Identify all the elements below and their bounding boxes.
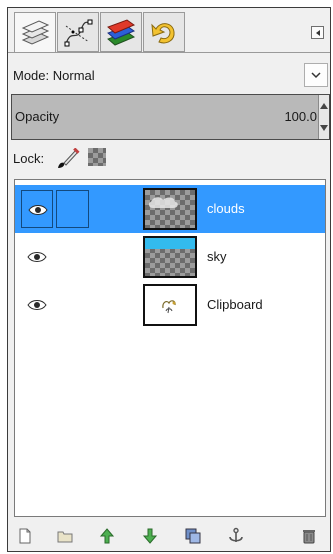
layers-list[interactable]: clouds sky Clipboard bbox=[14, 179, 326, 517]
tab-menu-button[interactable] bbox=[311, 26, 324, 39]
delete-layer-icon[interactable] bbox=[300, 527, 318, 545]
eye-icon bbox=[28, 205, 48, 215]
anchor-layer-icon[interactable] bbox=[227, 527, 245, 545]
visibility-toggle[interactable] bbox=[21, 190, 53, 228]
visibility-toggle[interactable] bbox=[21, 238, 53, 276]
layer-group-icon[interactable] bbox=[56, 527, 74, 545]
lock-pixels-brush-icon[interactable] bbox=[56, 148, 80, 170]
undo-history-icon bbox=[151, 23, 175, 44]
tab-layers[interactable] bbox=[14, 12, 56, 53]
mode-dropdown-button[interactable] bbox=[304, 63, 328, 87]
channels-icon bbox=[107, 19, 136, 46]
lock-alpha-checker-icon[interactable] bbox=[88, 148, 106, 166]
lower-layer-icon[interactable] bbox=[141, 527, 159, 545]
chevron-down-icon bbox=[311, 72, 321, 79]
layers-toolbar bbox=[8, 519, 330, 551]
tab-divider bbox=[8, 52, 330, 53]
layer-name[interactable]: Clipboard bbox=[207, 297, 263, 312]
opacity-spin-buttons[interactable] bbox=[318, 95, 329, 139]
layer-thumbnail bbox=[143, 188, 197, 230]
tab-channels[interactable] bbox=[100, 12, 142, 52]
lock-row: Lock: bbox=[8, 146, 330, 172]
raise-layer-icon[interactable] bbox=[98, 527, 116, 545]
layer-thumbnail bbox=[143, 284, 197, 326]
layers-dock-panel: Mode: Normal Opacity 100.0 Lock: clouds … bbox=[7, 7, 331, 552]
layer-thumbnail bbox=[143, 236, 197, 278]
tab-menu-icon bbox=[316, 30, 320, 36]
opacity-slider[interactable]: Opacity 100.0 bbox=[11, 94, 330, 140]
layer-row[interactable]: Clipboard bbox=[15, 281, 325, 329]
layer-name[interactable]: sky bbox=[207, 249, 227, 264]
layers-icon bbox=[21, 20, 50, 45]
tab-undo-history[interactable] bbox=[143, 12, 185, 52]
opacity-value[interactable]: 100.0 bbox=[284, 109, 317, 124]
mode-selector[interactable]: Mode: Normal bbox=[8, 63, 330, 89]
paths-icon bbox=[64, 19, 93, 47]
spin-up-icon[interactable] bbox=[320, 103, 328, 109]
new-layer-icon[interactable] bbox=[16, 527, 34, 545]
visibility-toggle[interactable] bbox=[21, 286, 53, 324]
tab-paths[interactable] bbox=[57, 12, 99, 52]
link-toggle[interactable] bbox=[56, 190, 89, 228]
layer-name[interactable]: clouds bbox=[207, 201, 245, 216]
spin-down-icon[interactable] bbox=[320, 125, 328, 131]
dock-tab-bar bbox=[8, 8, 330, 53]
duplicate-layer-icon[interactable] bbox=[184, 527, 202, 545]
eye-icon bbox=[27, 252, 47, 262]
mode-label: Mode: Normal bbox=[13, 68, 95, 83]
layer-row[interactable]: clouds bbox=[15, 185, 325, 233]
opacity-label: Opacity bbox=[15, 109, 60, 124]
layer-row[interactable]: sky bbox=[15, 233, 325, 281]
eye-icon bbox=[27, 300, 47, 310]
lock-label: Lock: bbox=[13, 151, 45, 166]
